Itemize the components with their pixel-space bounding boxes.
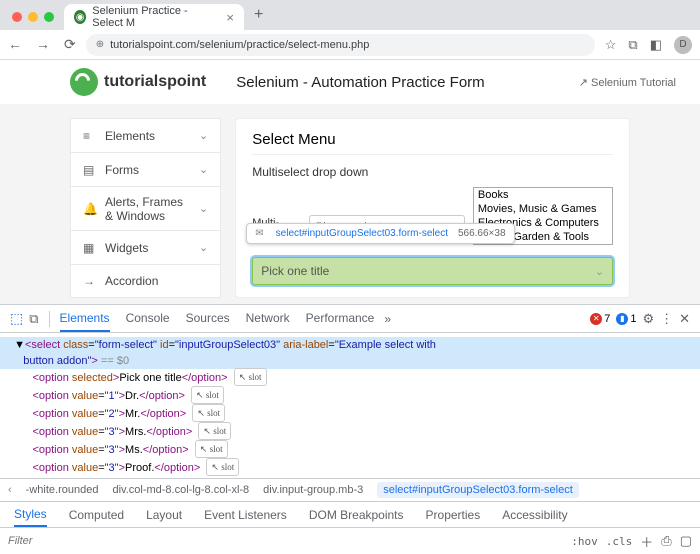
breadcrumb: ‹ -white.rounded div.col-md-8.col-lg-8.c… <box>0 478 700 502</box>
device-toggle-icon[interactable]: ⧉ <box>29 311 38 327</box>
elements-tree[interactable]: ▼<select class="form-select" id="inputGr… <box>0 333 700 478</box>
kebab-icon[interactable]: ⋮ <box>660 311 673 327</box>
hamburger-icon: ≡ <box>83 129 97 143</box>
settings-icon[interactable]: ⚙ <box>642 311 654 327</box>
page-title: Selenium - Automation Practice Form <box>236 74 549 91</box>
sidebar: ≡ Elements ⌄ ▤ Forms ⌄ 🔔 Alerts, Frames & Win… <box>70 118 221 298</box>
browser-tab[interactable]: ◉ Selenium Practice - Select M × <box>64 4 244 30</box>
logo-icon <box>70 68 98 96</box>
site-info-icon[interactable]: ⊕ <box>96 39 104 50</box>
cls-toggle[interactable]: .cls <box>606 535 633 548</box>
issue-count: 1 <box>630 313 636 325</box>
maximize-window-icon[interactable] <box>44 12 54 22</box>
tutorial-link[interactable]: Selenium Tutorial <box>579 76 676 89</box>
tab-elements[interactable]: Elements <box>60 311 110 332</box>
list-item[interactable]: Books <box>474 188 612 202</box>
sidebar-item-label: Accordion <box>105 274 158 288</box>
new-tab-button[interactable]: + <box>254 6 263 24</box>
sidebar-item-alerts[interactable]: 🔔 Alerts, Frames & Windows ⌄ <box>70 186 221 230</box>
page-header: tutorialspoint Selenium - Automation Pra… <box>0 60 700 104</box>
reload-button[interactable]: ⟳ <box>64 36 76 53</box>
panel-heading: Select Menu <box>252 131 613 155</box>
page-viewport: tutorialspoint Selenium - Automation Pra… <box>0 60 700 304</box>
minimize-window-icon[interactable] <box>28 12 38 22</box>
breadcrumb-item-active[interactable]: select#inputGroupSelect03.form-select <box>377 482 579 498</box>
sidebar-item-widgets[interactable]: ▦ Widgets ⌄ <box>70 230 221 264</box>
hov-toggle[interactable]: :hov <box>571 535 598 548</box>
inspect-icon[interactable]: ⬚ <box>10 310 23 327</box>
tab-console[interactable]: Console <box>126 311 170 326</box>
chevron-down-icon: ⌄ <box>199 129 208 142</box>
site-logo[interactable]: tutorialspoint <box>70 68 206 96</box>
browser-tab-bar: ◉ Selenium Practice - Select M × + <box>0 0 700 30</box>
tab-title: Selenium Practice - Select M <box>92 5 216 29</box>
sidebar-item-accordion[interactable]: → Accordion <box>70 264 221 298</box>
address-bar[interactable]: ⊕ tutorialspoint.com/selenium/practice/s… <box>86 34 595 56</box>
styles-filter-row: :hov .cls ＋ ⎙ ▢ <box>0 528 700 554</box>
computed-panel-icon[interactable]: ▢ <box>680 533 692 549</box>
breadcrumb-item[interactable]: div.input-group.mb-3 <box>263 484 363 496</box>
extensions-icon[interactable]: ⧉ <box>628 37 637 53</box>
issues-badge[interactable]: ▮1 <box>616 313 636 325</box>
tab-event-listeners[interactable]: Event Listeners <box>204 508 287 522</box>
tab-computed[interactable]: Computed <box>69 508 124 522</box>
chevron-down-icon: ⌄ <box>199 163 208 176</box>
tooltip-selector: select#inputGroupSelect03.form-select <box>276 228 448 239</box>
panel-subheading: Multiselect drop down <box>252 165 613 179</box>
sidebar-item-label: Alerts, Frames & Windows <box>105 195 191 223</box>
filter-input[interactable] <box>8 535 563 547</box>
errors-badge[interactable]: ✕7 <box>590 313 610 325</box>
forward-button[interactable]: → <box>36 36 50 53</box>
tab-layout[interactable]: Layout <box>146 508 182 522</box>
browser-toolbar: ← → ⟳ ⊕ tutorialspoint.com/selenium/prac… <box>0 30 700 60</box>
back-button[interactable]: ← <box>8 36 22 53</box>
sidebar-item-label: Elements <box>105 129 155 143</box>
list-item[interactable]: Movies, Music & Games <box>474 202 612 216</box>
main-panel: Select Menu Multiselect drop down Multi-… <box>235 118 630 298</box>
tab-network[interactable]: Network <box>246 311 290 326</box>
highlighted-select[interactable]: Pick one title ⌄ <box>252 257 613 285</box>
chevron-down-icon: ⌄ <box>199 202 208 215</box>
widgets-icon: ▦ <box>83 241 97 255</box>
error-count: 7 <box>604 313 610 325</box>
tab-performance[interactable]: Performance <box>306 311 375 326</box>
chevron-down-icon: ⌄ <box>595 265 604 278</box>
window-controls <box>12 12 54 22</box>
devtools-panel: ⬚ ⧉ Elements Console Sources Network Per… <box>0 304 700 554</box>
side-panel-icon[interactable]: ◧ <box>650 37 662 53</box>
profile-avatar[interactable]: D <box>674 36 692 54</box>
close-window-icon[interactable] <box>12 12 22 22</box>
breadcrumb-scroll-left[interactable]: ‹ <box>8 484 12 496</box>
tab-styles[interactable]: Styles <box>14 507 47 527</box>
devtools-tabs: Elements Console Sources Network Perform… <box>60 311 375 326</box>
sidebar-item-label: Forms <box>105 163 139 177</box>
arrow-right-icon: → <box>83 274 97 288</box>
close-tab-icon[interactable]: × <box>226 10 234 25</box>
print-icon[interactable]: ⎙ <box>661 533 671 549</box>
tab-accessibility[interactable]: Accessibility <box>502 508 567 522</box>
url-text: tutorialspoint.com/selenium/practice/sel… <box>110 39 369 51</box>
forms-icon: ▤ <box>83 163 97 177</box>
bell-icon: 🔔 <box>83 202 97 216</box>
tab-properties[interactable]: Properties <box>426 508 481 522</box>
more-tabs-icon[interactable]: » <box>384 312 391 326</box>
devtools-toolbar: ⬚ ⧉ Elements Console Sources Network Per… <box>0 305 700 333</box>
logo-text: tutorialspoint <box>104 73 206 91</box>
add-rule-icon[interactable]: ＋ <box>640 532 653 551</box>
breadcrumb-item[interactable]: div.col-md-8.col-lg-8.col-xl-8 <box>112 484 249 496</box>
close-devtools-icon[interactable]: ✕ <box>679 311 690 327</box>
select-value: Pick one title <box>261 264 329 278</box>
tab-dom-breakpoints[interactable]: DOM Breakpoints <box>309 508 404 522</box>
favicon-icon: ◉ <box>74 10 86 24</box>
sidebar-item-elements[interactable]: ≡ Elements ⌄ <box>70 118 221 152</box>
tab-sources[interactable]: Sources <box>186 311 230 326</box>
breadcrumb-item[interactable]: -white.rounded <box>26 484 99 496</box>
inspector-tooltip: select#inputGroupSelect03.form-select 56… <box>246 223 514 244</box>
styles-tabs: Styles Computed Layout Event Listeners D… <box>0 502 700 528</box>
sidebar-item-forms[interactable]: ▤ Forms ⌄ <box>70 152 221 186</box>
bookmark-icon[interactable]: ☆ <box>605 37 617 53</box>
tooltip-dimensions: 566.66×38 <box>458 228 506 239</box>
chevron-down-icon: ⌄ <box>199 241 208 254</box>
sidebar-item-label: Widgets <box>105 241 148 255</box>
